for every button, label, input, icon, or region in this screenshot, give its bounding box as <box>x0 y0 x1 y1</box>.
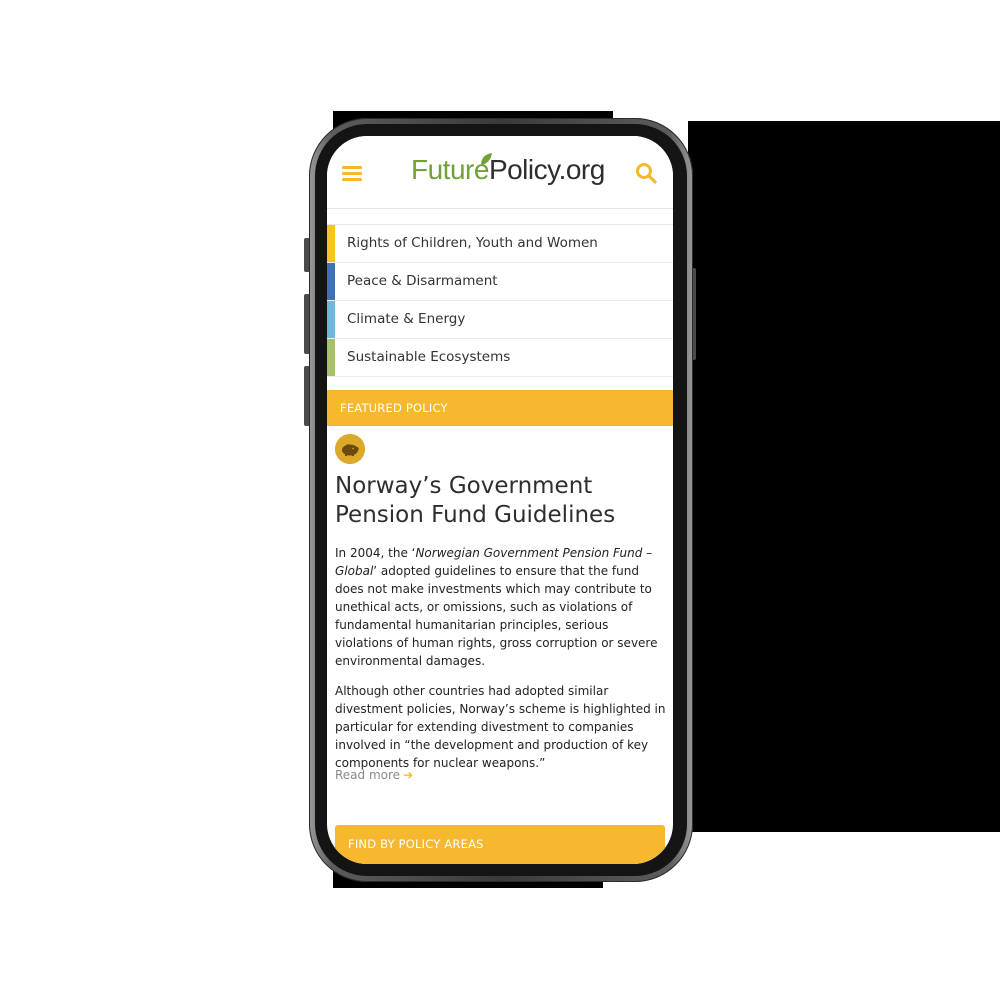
site-header: FuturePolicy.org <box>327 136 673 209</box>
category-color-bar <box>327 225 335 262</box>
leaf-icon <box>481 153 492 165</box>
policy-text: In 2004, the ‘ <box>335 546 416 560</box>
logo-text-policy: Policy <box>488 154 559 185</box>
category-color-bar <box>327 339 335 376</box>
policy-paragraph-1: In 2004, the ‘Norwegian Government Pensi… <box>335 544 669 670</box>
category-color-bar <box>327 263 335 300</box>
find-by-policy-areas-label: FIND BY POLICY AREAS <box>348 837 484 851</box>
category-color-bar <box>327 301 335 338</box>
category-label: Climate & Energy <box>347 311 466 327</box>
logo-text-org: .org <box>558 154 606 185</box>
category-item-rights[interactable]: Rights of Children, Youth and Women <box>327 225 673 263</box>
policy-category-list: Rights of Children, Youth and Women Peac… <box>327 224 673 377</box>
background-block-right <box>688 121 1000 832</box>
category-label: Rights of Children, Youth and Women <box>347 235 598 251</box>
phone-screen: FuturePolicy.org Rights of Children, You… <box>327 136 673 864</box>
category-label: Sustainable Ecosystems <box>347 349 511 365</box>
read-more-link[interactable]: Read more ➔ <box>335 768 413 782</box>
site-logo[interactable]: FuturePolicy.org <box>411 154 605 186</box>
category-item-climate[interactable]: Climate & Energy <box>327 301 673 339</box>
category-item-peace[interactable]: Peace & Disarmament <box>327 263 673 301</box>
arrow-right-icon: ➔ <box>403 768 414 782</box>
featured-policy-label: FEATURED POLICY <box>340 401 448 415</box>
policy-text: ’ adopted guidelines to ensure that the … <box>335 564 658 668</box>
find-by-policy-areas-button[interactable]: FIND BY POLICY AREAS <box>335 825 665 864</box>
policy-paragraph-2: Although other countries had adopted sim… <box>335 684 666 770</box>
piggy-bank-icon <box>335 434 365 464</box>
category-item-ecosystems[interactable]: Sustainable Ecosystems <box>327 339 673 377</box>
featured-policy-title[interactable]: Norway’s Government Pension Fund Guideli… <box>335 472 665 530</box>
featured-policy-body: In 2004, the ‘Norwegian Government Pensi… <box>335 544 669 784</box>
read-more-label: Read more <box>335 768 401 782</box>
featured-policy-header: FEATURED POLICY <box>327 390 673 426</box>
logo-text-future: Future <box>411 154 489 185</box>
category-label: Peace & Disarmament <box>347 273 498 289</box>
hamburger-menu-icon[interactable] <box>342 166 362 182</box>
search-icon[interactable] <box>635 162 657 184</box>
